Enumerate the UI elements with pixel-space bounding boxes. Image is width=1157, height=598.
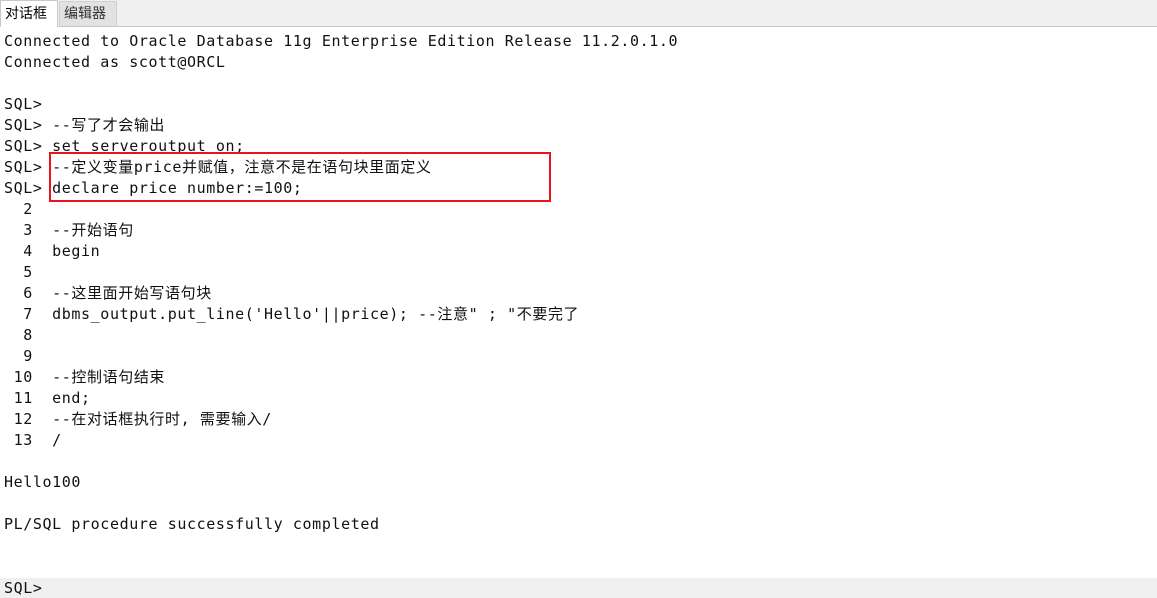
output-line: 2 [4,200,33,218]
sql-prompt-bar[interactable]: SQL> [0,578,1157,598]
output-line: SQL> declare price number:=100; [4,179,303,197]
tab-dialog[interactable]: 对话框 [0,0,58,27]
output-line: Hello100 [4,473,82,491]
output-line: 12 --在对话框执行时, 需要输入/ [4,410,272,428]
output-line: Connected to Oracle Database 11g Enterpr… [4,32,679,50]
output-line: 5 [4,263,33,281]
output-line: 13 / [4,431,62,449]
output-line: SQL> [4,95,43,113]
output-line: 3 --开始语句 [4,221,134,239]
output-line: 6 --这里面开始写语句块 [4,284,212,302]
output-line: SQL> --写了才会输出 [4,116,166,134]
output-line: SQL> --定义变量price并赋值，注意不是在语句块里面定义 [4,158,432,176]
output-line: 9 [4,347,33,365]
output-line: PL/SQL procedure successfully completed [4,515,380,533]
sql-prompt[interactable]: SQL> [4,578,43,598]
output-line: 4 begin [4,242,101,260]
output-line: Connected as scott@ORCL [4,53,226,71]
sql-output-panel[interactable]: Connected to Oracle Database 11g Enterpr… [0,31,1157,578]
output-line: 11 end; [4,389,91,407]
output-line: 8 [4,326,33,344]
output-line: SQL> set serveroutput on; [4,137,245,155]
tab-editor[interactable]: 编辑器 [59,1,117,26]
output-line: 7 dbms_output.put_line('Hello'||price); … [4,305,580,323]
output-line: 10 --控制语句结束 [4,368,166,386]
tab-bar: 对话框 编辑器 [0,0,1157,27]
